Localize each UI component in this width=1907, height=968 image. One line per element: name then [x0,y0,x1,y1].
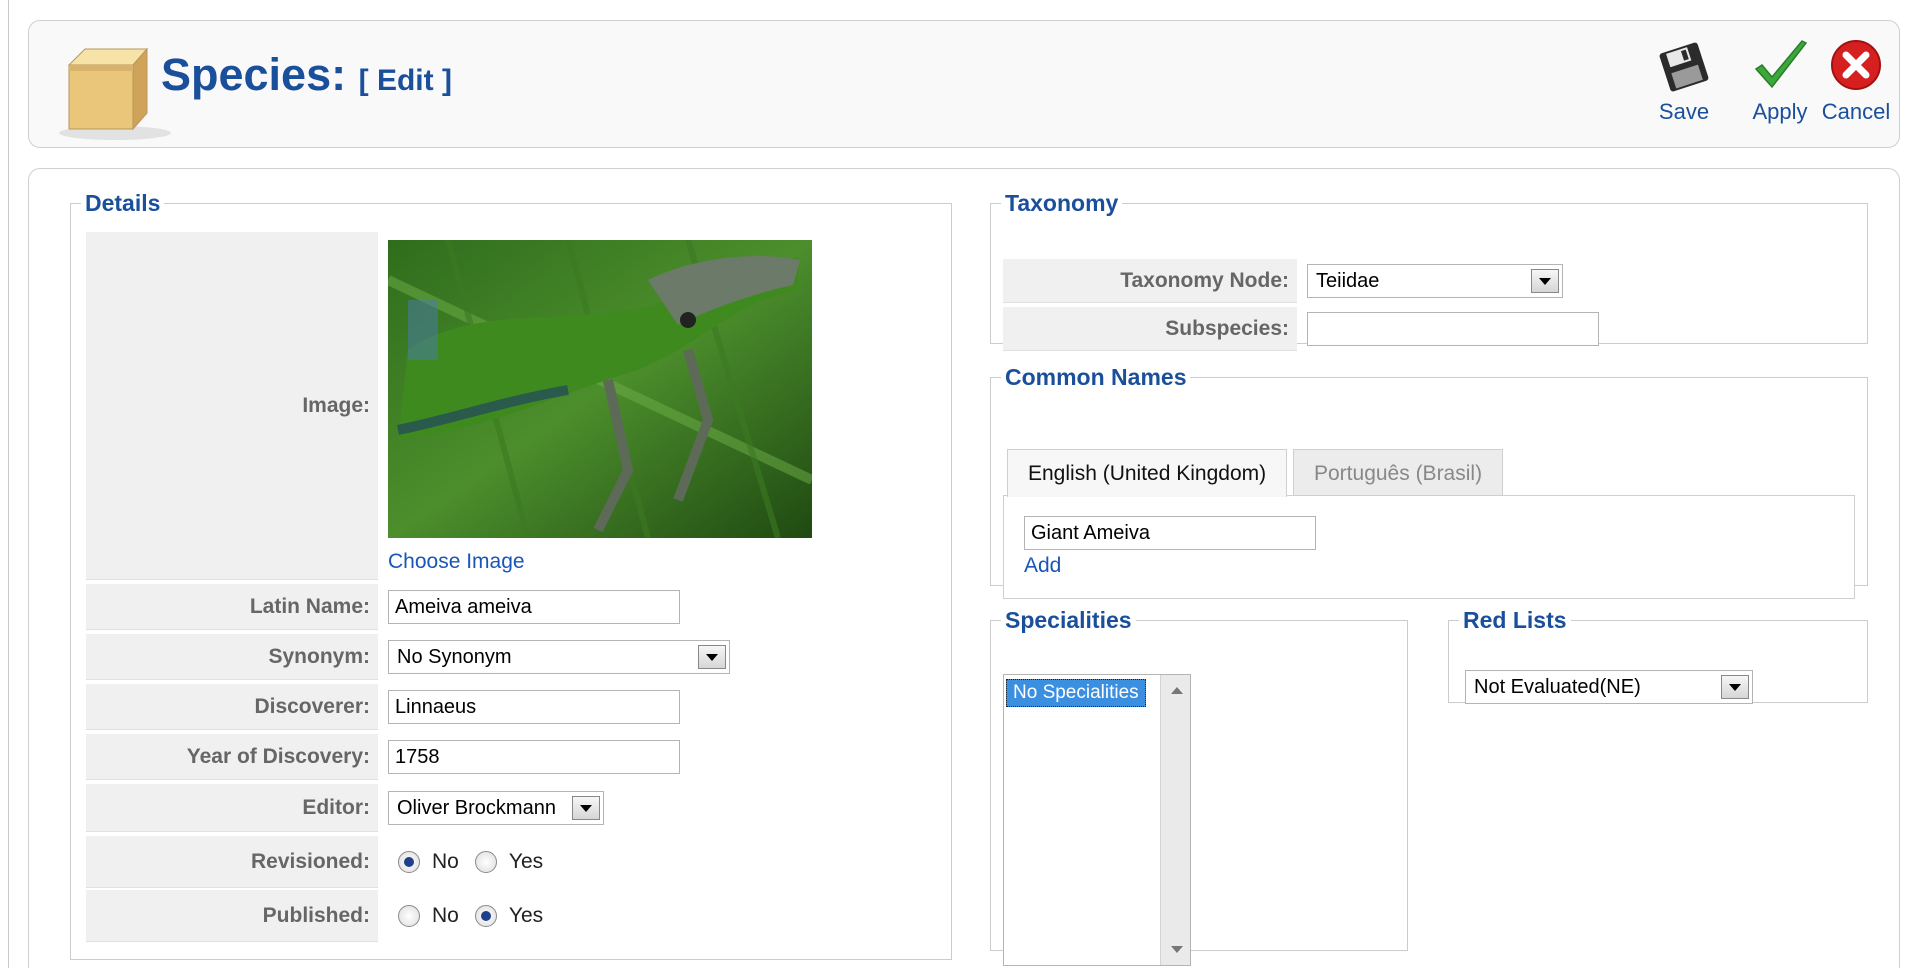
revisioned-label: Revisioned: [86,836,378,888]
revisioned-row: Revisioned: No Yes [86,836,938,888]
listbox-scrollbar[interactable] [1160,675,1190,965]
subspecies-row: Subspecies: [1003,307,1853,351]
box-icon [59,47,171,140]
taxonomy-legend: Taxonomy [1005,190,1119,216]
page-title-text: Species: [161,49,347,100]
common-name-input[interactable]: Giant Ameiva [1024,516,1316,550]
cancel-label: Cancel [1821,99,1891,124]
choose-image-link[interactable]: Choose Image [388,550,525,574]
cancel-icon [1831,40,1881,90]
floppy-disk-icon [1659,42,1709,92]
published-yes-radio[interactable]: Yes [474,904,544,928]
taxonomy-node-value: Teiidae [1316,269,1380,292]
tab-portugues-brasil[interactable]: Português (Brasil) [1293,449,1504,497]
tab-english-uk[interactable]: English (United Kingdom) [1007,449,1288,497]
image-value: Choose Image [388,232,938,580]
year-row: Year of Discovery: 1758 [86,734,938,780]
speciality-option[interactable]: No Specialities [1006,679,1146,707]
red-list-value: Not Evaluated(NE) [1474,675,1641,698]
details-legend: Details [85,190,161,216]
discoverer-input[interactable]: Linnaeus [388,690,680,724]
image-row: Image: Choose Image [86,232,938,580]
chevron-down-icon [1531,269,1559,293]
image-label: Image: [86,232,378,580]
scroll-up-icon[interactable] [1171,687,1183,694]
subspecies-label: Subspecies: [1003,307,1297,351]
scroll-down-icon[interactable] [1171,946,1183,953]
save-button[interactable]: Save [1637,37,1731,137]
common-names-tab-panel: Giant Ameiva Add [1003,495,1855,599]
specialities-listbox[interactable]: No Specialities [1003,674,1191,966]
taxonomy-node-select[interactable]: Teiidae [1307,264,1563,298]
editor-select[interactable]: Oliver Brockmann [388,791,604,825]
year-label: Year of Discovery: [86,734,378,780]
toolbar: Species: [ Edit ] Save Apply Cancel [28,20,1900,148]
add-common-name-link[interactable]: Add [1024,554,1061,578]
common-names-fieldset: Common Names English (United Kingdom) Po… [990,364,1868,599]
synonym-value: No Synonym [397,645,512,668]
left-border-line [8,0,9,968]
latin-name-row: Latin Name: Ameiva ameiva [86,584,938,630]
editor-value: Oliver Brockmann [397,796,556,819]
revisioned-yes-label: Yes [508,850,544,873]
published-no-radio[interactable]: No [398,904,459,928]
synonym-label: Synonym: [86,634,378,680]
radio-selected-icon [398,851,420,873]
taxonomy-node-label: Taxonomy Node: [1003,259,1297,303]
published-no-label: No [432,904,459,927]
published-label: Published: [86,890,378,942]
synonym-select[interactable]: No Synonym [388,640,730,674]
taxonomy-node-row: Taxonomy Node: Teiidae [1003,259,1853,303]
chevron-down-icon [572,796,600,820]
latin-name-input[interactable]: Ameiva ameiva [388,590,680,624]
page-title: Species: [ Edit ] [161,49,452,101]
page-subtitle: [ Edit ] [358,64,452,97]
chevron-down-icon [698,645,726,669]
taxonomy-fieldset: Taxonomy Taxonomy Node: Teiidae Subspeci… [990,190,1868,351]
revisioned-no-label: No [432,850,459,873]
synonym-row: Synonym: No Synonym [86,634,938,680]
specialities-legend: Specialities [1005,607,1132,633]
common-names-legend: Common Names [1005,364,1187,390]
published-yes-label: Yes [508,904,544,927]
chevron-down-icon [1721,675,1749,699]
year-input[interactable]: 1758 [388,740,680,774]
subspecies-input[interactable] [1307,312,1599,346]
radio-icon [474,851,497,873]
radio-selected-icon [474,905,497,927]
checkmark-icon [1754,40,1808,89]
discoverer-label: Discoverer: [86,684,378,730]
revisioned-no-radio[interactable]: No [398,850,459,874]
latin-name-label: Latin Name: [86,584,378,630]
specialities-fieldset: Specialities No Specialities [990,607,1408,966]
editor-label: Editor: [86,784,378,832]
red-lists-fieldset: Red Lists Not Evaluated(NE) [1448,607,1868,704]
editor-row: Editor: Oliver Brockmann [86,784,938,832]
cancel-button[interactable]: Cancel [1809,37,1903,137]
revisioned-yes-radio[interactable]: Yes [474,850,544,874]
red-lists-legend: Red Lists [1463,607,1567,633]
published-row: Published: No Yes [86,890,938,942]
save-label: Save [1658,99,1710,124]
radio-icon [398,905,420,927]
species-photo [388,240,812,538]
discoverer-row: Discoverer: Linnaeus [86,684,938,730]
red-list-select[interactable]: Not Evaluated(NE) [1465,670,1753,704]
